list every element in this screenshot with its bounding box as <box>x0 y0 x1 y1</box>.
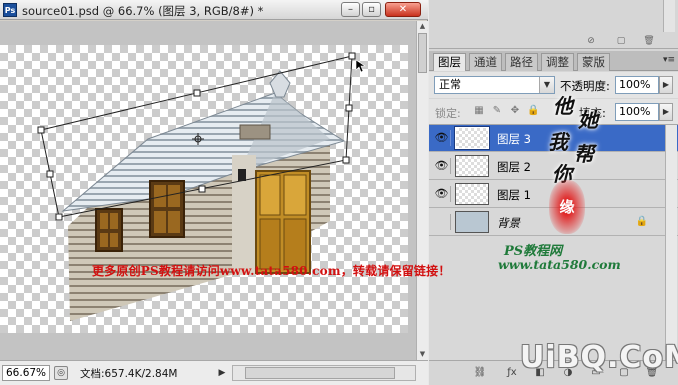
status-bar: 66.67% ◎ 文档:657.4K/2.84M ▶ <box>0 360 428 385</box>
zoom-field[interactable]: 66.67% <box>2 365 50 381</box>
status-menu-arrow-icon[interactable]: ▶ <box>215 365 229 381</box>
vertical-scroll-thumb[interactable] <box>418 33 427 73</box>
credit-line: 更多原创PS教程请访问www.tata580.com，转载请保留链接！ <box>92 264 451 278</box>
blend-mode-select[interactable]: 正常 ▼ <box>434 76 555 94</box>
tab-paths[interactable]: 路径 <box>505 53 538 71</box>
link-layers-icon[interactable]: ⛓ <box>473 366 487 380</box>
red-seal-stamp: 缘 <box>549 180 585 234</box>
panel-tabs: 图层 通道 路径 调整 蒙版 ▾≡ <box>429 51 678 71</box>
panel-top-scrollbar[interactable] <box>663 0 675 32</box>
layer-name: 背景 <box>497 216 520 230</box>
panel-menu-icon[interactable]: ▾≡ <box>663 55 675 65</box>
lock-icon: 🔒 <box>635 216 648 227</box>
layer-thumbnail[interactable] <box>454 126 490 150</box>
layer-thumbnail[interactable] <box>455 211 489 233</box>
no-icon[interactable]: ⊘ <box>585 36 597 46</box>
layer-thumbnail[interactable] <box>455 183 489 205</box>
scroll-up-icon[interactable]: ▲ <box>417 21 428 32</box>
script-site: www.tata580.com <box>498 257 621 272</box>
layer-name: 图层 1 <box>497 188 531 202</box>
maximize-button[interactable]: ▫ <box>362 2 381 17</box>
lock-all-icon[interactable]: 🔒 <box>527 105 539 117</box>
layers-scrollbar[interactable] <box>665 125 677 360</box>
layer-thumbnail[interactable] <box>455 155 489 177</box>
panel-top-area: ⊘ ▢ 🗑 <box>429 0 678 49</box>
fill-slider-arrow-icon[interactable]: ▶ <box>659 103 673 121</box>
horizontal-scrollbar[interactable] <box>232 365 416 381</box>
tab-channels[interactable]: 通道 <box>469 53 502 71</box>
lock-image-icon[interactable]: ✎ <box>491 105 503 117</box>
tab-adjustments[interactable]: 调整 <box>541 53 574 71</box>
chevron-down-icon[interactable]: ▼ <box>539 77 554 93</box>
calligraphy-char: 帮 <box>574 142 594 166</box>
photoshop-logo-icon: Ps <box>3 3 17 17</box>
minimize-button[interactable]: – <box>341 2 360 17</box>
lock-position-icon[interactable]: ✥ <box>509 105 521 117</box>
canvas[interactable] <box>0 21 416 360</box>
tab-layers[interactable]: 图层 <box>433 53 466 71</box>
trash-icon[interactable]: 🗑 <box>643 36 655 46</box>
blend-mode-value: 正常 <box>439 78 461 91</box>
eye-hidden-icon[interactable]: · <box>433 214 451 230</box>
document-size-info: 文档:657.4K/2.84M <box>80 368 178 380</box>
scroll-down-icon[interactable]: ▼ <box>417 349 428 360</box>
opacity-field[interactable]: 100% <box>615 76 659 94</box>
document-titlebar[interactable]: Ps source01.psd @ 66.7% (图层 3, RGB/8#) *… <box>0 0 428 20</box>
status-options-icon[interactable]: ◎ <box>54 366 68 380</box>
calligraphy-char: 我 <box>548 130 568 154</box>
vertical-scrollbar[interactable]: ▲ ▼ <box>416 21 428 360</box>
watermark: UiBQ.CoM <box>520 340 678 375</box>
document-title: source01.psd @ 66.7% (图层 3, RGB/8#) * <box>22 4 264 18</box>
layer-name: 图层 3 <box>497 132 531 146</box>
eye-icon[interactable]: 👁 <box>433 186 451 202</box>
fill-field[interactable]: 100% <box>615 103 659 121</box>
calligraphy-char: 他 <box>553 94 573 118</box>
calligraphy-char: 她 <box>578 108 598 132</box>
document-window: Ps source01.psd @ 66.7% (图层 3, RGB/8#) *… <box>0 0 428 385</box>
eye-icon[interactable]: 👁 <box>433 130 451 146</box>
opacity-slider-arrow-icon[interactable]: ▶ <box>659 76 673 94</box>
horizontal-scroll-thumb[interactable] <box>245 367 395 379</box>
lock-label: 锁定: <box>435 107 461 120</box>
tab-masks[interactable]: 蒙版 <box>577 53 610 71</box>
layer-name: 图层 2 <box>497 160 531 174</box>
canvas-area[interactable] <box>0 21 416 360</box>
lock-transparent-icon[interactable]: ▦ <box>473 105 485 117</box>
close-button[interactable]: ✕ <box>385 2 421 17</box>
new-state-icon[interactable]: ▢ <box>615 36 627 46</box>
eye-icon[interactable]: 👁 <box>433 158 451 174</box>
fx-icon[interactable]: ƒx <box>505 366 519 380</box>
